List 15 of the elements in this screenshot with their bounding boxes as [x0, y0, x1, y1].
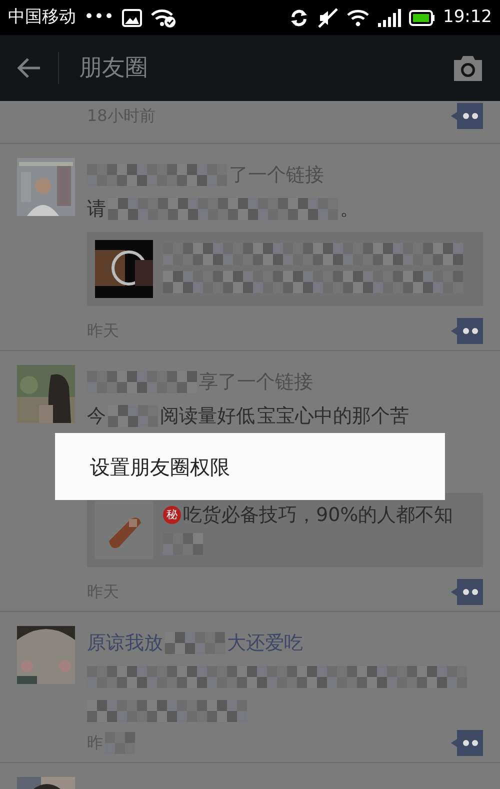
post-text: 宝宝心中的那个苦 — [257, 404, 409, 429]
user-name: 大还爱吃 — [227, 630, 303, 656]
link-title: 吃货必备技巧，90%的人都不知 — [183, 503, 454, 528]
carrier-name: 中国移动 — [8, 6, 76, 29]
notification-dots: ••• — [84, 6, 114, 29]
menu-item[interactable]: 设置朋友圈权限 — [90, 452, 230, 482]
post-text: 。 — [340, 196, 359, 222]
page-title: 朋友圈 — [79, 54, 149, 83]
clock-time: 19:12 — [443, 6, 492, 29]
post-text: 今 — [87, 404, 106, 429]
link-card[interactable]: 秘 吃货必备技巧，90%的人都不知 — [87, 493, 483, 567]
badge-label: 秘 — [163, 506, 181, 524]
post-text: 请 — [87, 196, 106, 222]
post-text: 阅读量好低 — [160, 404, 255, 429]
user-name: 原谅我放 — [87, 630, 163, 656]
